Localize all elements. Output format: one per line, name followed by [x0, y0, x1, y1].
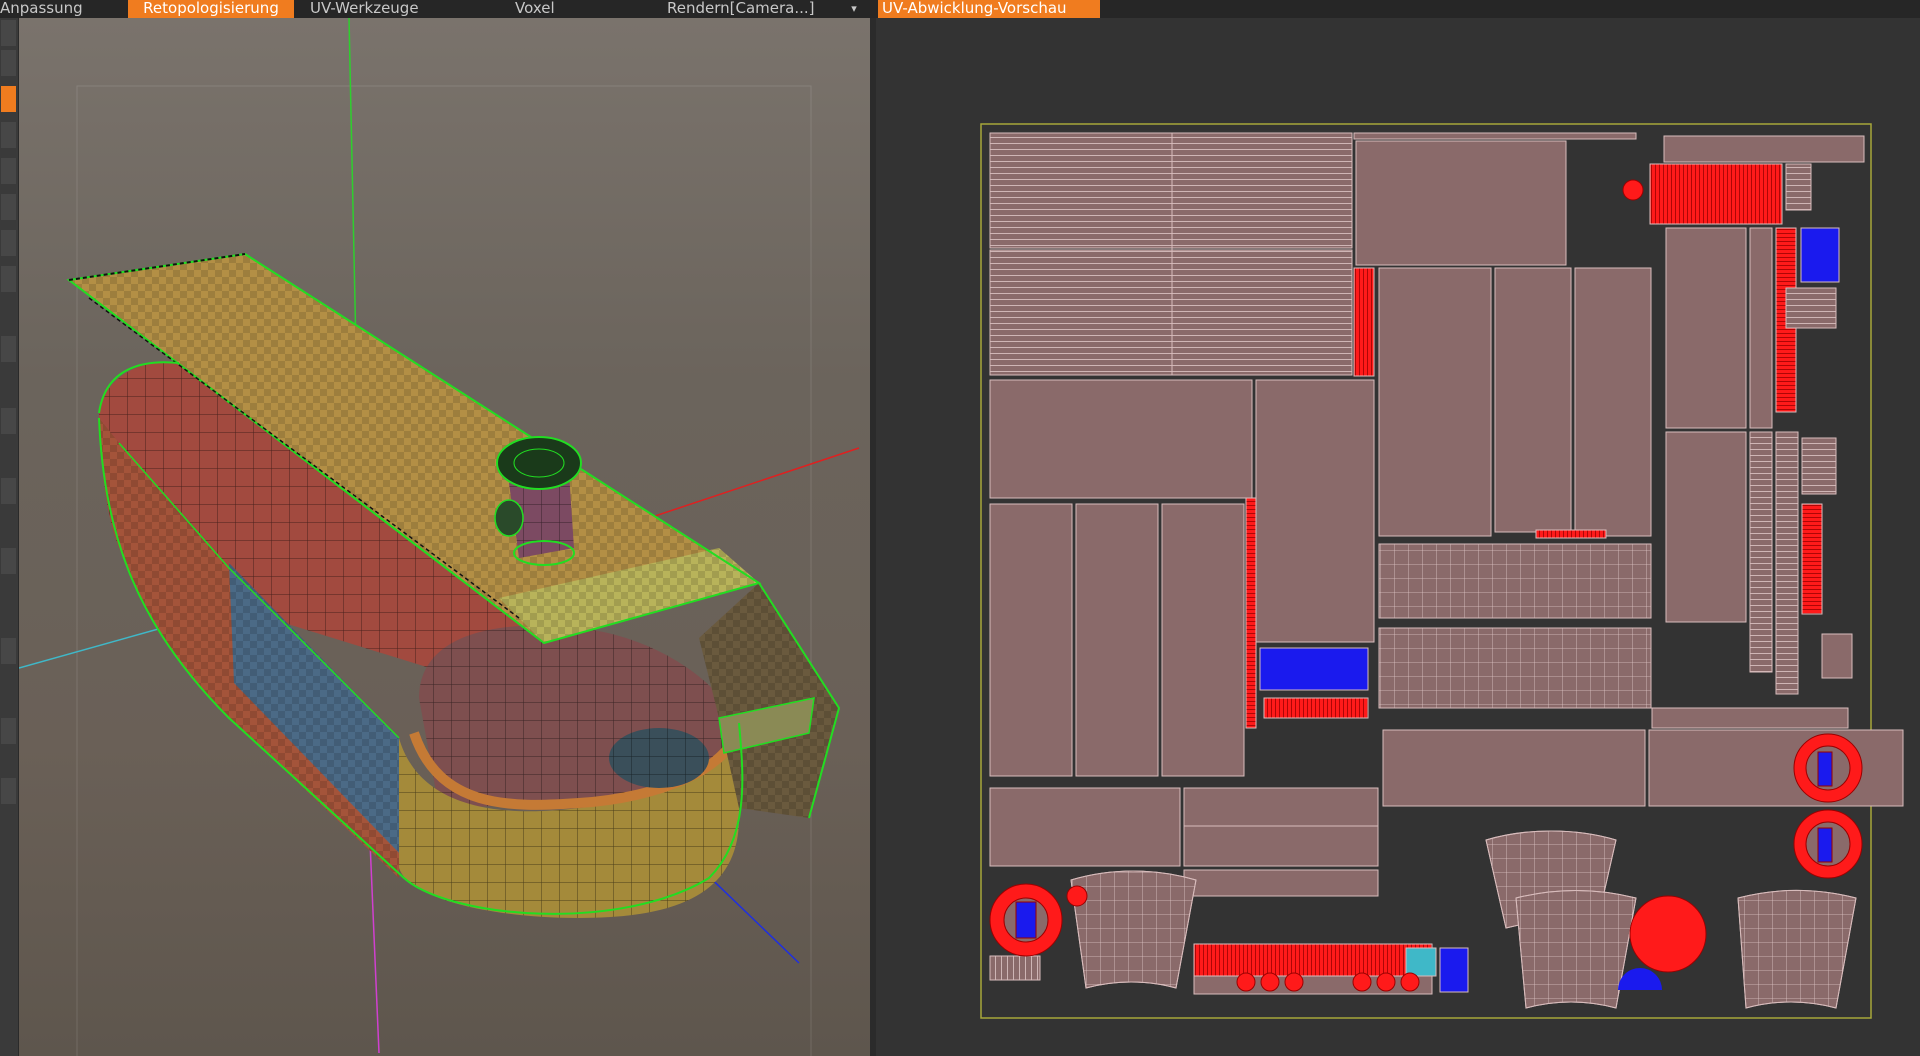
- tool-button[interactable]: [1, 122, 16, 148]
- tool-button[interactable]: [1, 408, 16, 434]
- tool-button[interactable]: [1, 638, 16, 664]
- 3d-scene: [19, 18, 860, 1056]
- tool-button-active[interactable]: [1, 86, 16, 112]
- 3d-viewport[interactable]: [19, 18, 870, 1056]
- uv-map: [980, 123, 1904, 1019]
- tool-button[interactable]: [1, 336, 16, 362]
- uv-preview-panel[interactable]: [876, 18, 1920, 1056]
- tool-button[interactable]: [1, 158, 16, 184]
- tool-button[interactable]: [1, 778, 16, 804]
- tool-button[interactable]: [1, 478, 16, 504]
- tool-button[interactable]: [1, 548, 16, 574]
- chevron-down-icon[interactable]: ▾: [847, 2, 861, 16]
- tool-button[interactable]: [1, 194, 16, 220]
- tab-anpassung[interactable]: Anpassung: [0, 0, 120, 18]
- tool-button[interactable]: [1, 718, 16, 744]
- tab-retopologisierung[interactable]: Retopologisierung: [128, 0, 294, 18]
- tool-button[interactable]: [1, 266, 16, 292]
- tool-button[interactable]: [1, 50, 16, 76]
- tab-voxel[interactable]: Voxel: [515, 0, 575, 18]
- tab-uv-werkzeuge[interactable]: UV-Werkzeuge: [310, 0, 450, 18]
- tool-button[interactable]: [1, 20, 16, 46]
- left-toolbar: [0, 18, 19, 1056]
- render-camera-dropdown[interactable]: Rendern[Camera...]: [667, 0, 851, 18]
- knob-top: [496, 436, 582, 490]
- tool-button[interactable]: [1, 230, 16, 256]
- uv-islands: [989, 132, 1904, 1009]
- tab-uv-abwicklung-vorschau[interactable]: UV-Abwicklung-Vorschau: [878, 0, 1100, 18]
- blue-half-disc: [1618, 968, 1662, 990]
- menu-bar: Anpassung Retopologisierung UV-Werkzeuge…: [0, 0, 1920, 18]
